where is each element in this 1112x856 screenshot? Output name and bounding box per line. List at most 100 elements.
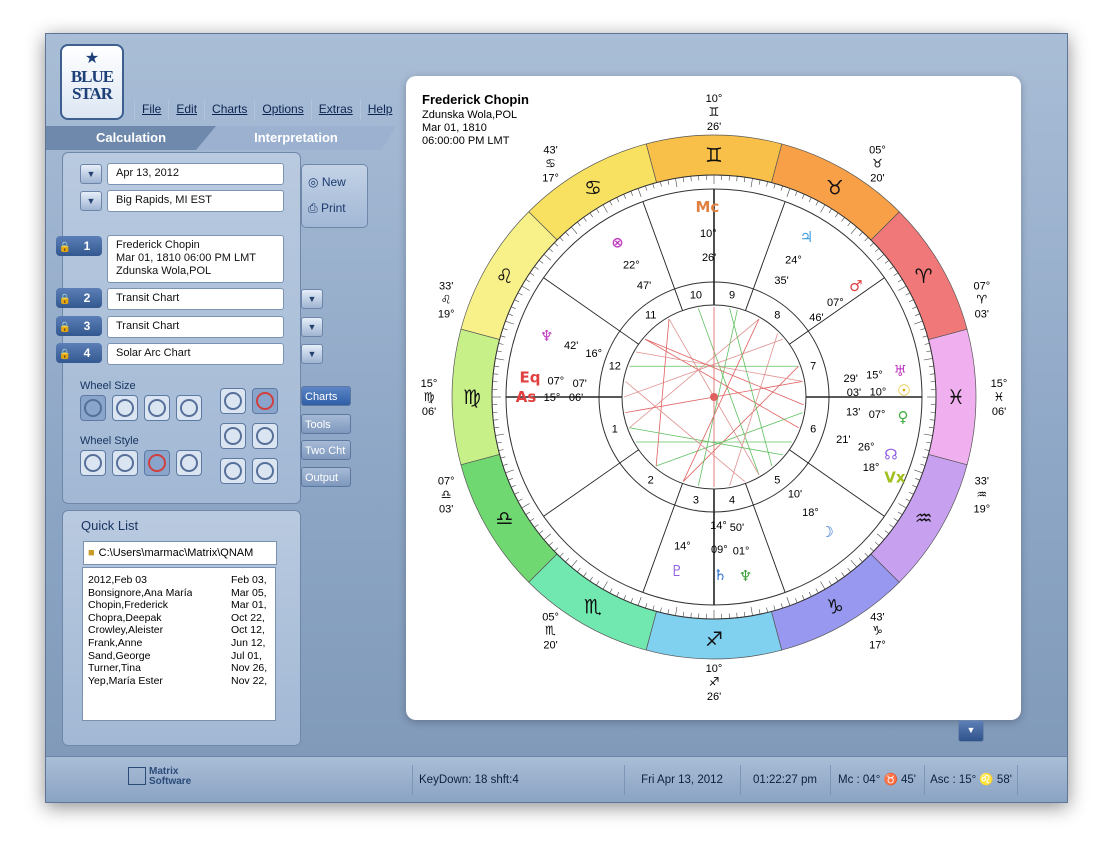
chart3-field[interactable]: Transit Chart [107, 316, 284, 338]
wheel-style-label: Wheel Style [80, 435, 139, 447]
lock-icon: 🔒 [58, 349, 72, 360]
cusp-sign: ♈ [976, 293, 987, 307]
degree-tick [876, 254, 885, 261]
degree-tick [786, 597, 791, 606]
chart4-select-tab[interactable]: 🔒 4 [56, 343, 102, 363]
degree-tick [565, 558, 570, 563]
color-wheel-icon[interactable] [252, 388, 278, 414]
quick-list-path[interactable]: ■ C:\Users\marmac\Matrix\QNAM [83, 541, 277, 565]
wheel-style-3-icon[interactable] [144, 450, 170, 476]
degree-tick [875, 541, 880, 546]
wheel-style-4-icon[interactable] [176, 450, 202, 476]
chart2-field[interactable]: Transit Chart [107, 288, 284, 310]
output-side-button[interactable]: Output [301, 467, 351, 487]
print-button[interactable]: ⎙ Print [308, 201, 346, 216]
planet-degree: 14° [674, 541, 691, 553]
charts-side-button[interactable]: Charts [301, 386, 351, 406]
planet-degree: 07° [548, 375, 565, 387]
zodiac-sign-glyph: ♐ [705, 627, 723, 651]
house-number: 10 [690, 290, 702, 302]
tab-interpretation[interactable]: Interpretation [196, 126, 396, 150]
quick-list-row[interactable]: Crowley,Aleister Oct 12, [88, 624, 273, 636]
two-chart-side-button[interactable]: Two Cht [301, 440, 351, 460]
degree-tick [538, 530, 544, 534]
degree-tick [929, 419, 935, 421]
zodiac-sign-glyph: ♒ [915, 506, 933, 530]
wheel-size-1-icon[interactable] [80, 395, 106, 421]
grid-wheel-icon[interactable] [252, 458, 278, 484]
rotate-wheel-icon[interactable] [220, 388, 246, 414]
quick-list-date: Jun 12, [231, 637, 266, 649]
wheel-size-4-icon[interactable] [176, 395, 202, 421]
degree-tick [893, 518, 899, 522]
chart4-dropdown-button[interactable]: ▼ [301, 344, 323, 364]
quick-list-row[interactable]: Turner,Tina Nov 26, [88, 662, 273, 674]
quick-list-row[interactable]: Sand,George Jul 01, [88, 650, 273, 662]
chart3-dropdown-button[interactable]: ▼ [301, 317, 323, 337]
degree-tick [571, 559, 578, 568]
chart4-field[interactable]: Solar Arc Chart [107, 343, 284, 365]
quick-list-name: Chopra,Deepak [88, 611, 162, 624]
status-date: Fri Apr 13, 2012 [624, 765, 739, 795]
house-number: 1 [612, 423, 618, 435]
zoom-wheel-icon[interactable] [220, 458, 246, 484]
quick-list-row[interactable]: Frank,Anne Jun 12, [88, 637, 273, 649]
chart1-details[interactable]: Frederick Chopin Mar 01, 1810 06:00 PM L… [107, 235, 284, 283]
zodiac-sign-glyph: ♋ [584, 175, 602, 199]
chart1-select-tab[interactable]: 🔒 1 [56, 236, 102, 256]
tools-side-button[interactable]: Tools [301, 414, 351, 434]
quick-list-row[interactable]: 2012,Feb 03 Feb 03, [88, 574, 273, 586]
quick-list-date: Nov 26, [231, 662, 268, 675]
lock-icon: 🔒 [58, 322, 72, 333]
chart2-select-tab[interactable]: 🔒 2 [56, 288, 102, 308]
menu-help[interactable]: Help [359, 100, 400, 120]
scroll-down-button[interactable]: ▼ [958, 720, 984, 742]
planet-glyph: ♇ [670, 562, 683, 580]
degree-tick [841, 572, 845, 577]
degree-tick [589, 212, 593, 218]
blue-star-logo: ★ BLUE STAR [60, 44, 124, 120]
menu-file[interactable]: File [134, 100, 168, 120]
degree-tick [502, 328, 508, 331]
wheel-style-1-icon[interactable] [80, 450, 106, 476]
degree-tick [795, 191, 798, 196]
degree-tick [926, 350, 932, 353]
quick-list-row[interactable]: Yep,María Ester Nov 22, [88, 675, 273, 687]
location-field[interactable]: Big Rapids, MI EST [107, 190, 284, 212]
chart3-select-tab[interactable]: 🔒 3 [56, 316, 102, 336]
degree-tick [534, 266, 539, 270]
status-keys: KeyDown: 18 shft:4 [412, 765, 629, 795]
location-dropdown-button[interactable]: ▼ [80, 191, 102, 211]
cusp-minutes: 20' [870, 173, 884, 185]
quick-list-name: Crowley,Aleister [88, 624, 164, 637]
cusp-degree: 10° [706, 93, 723, 105]
aspect-lines-icon[interactable] [252, 423, 278, 449]
zodiac-sign-glyph: ♑ [826, 595, 844, 619]
date-dropdown-button[interactable]: ▼ [80, 164, 102, 184]
degree-tick [493, 373, 499, 375]
quick-list-row[interactable]: Bonsignore,Ana María Mar 05, [88, 587, 273, 599]
planet-minutes: 13' [846, 407, 860, 419]
degree-tick [521, 503, 530, 509]
wheel-size-3-icon[interactable] [144, 395, 170, 421]
degree-tick [508, 478, 513, 481]
quick-list[interactable]: 2012,Feb 03 Feb 03, Bonsignore,Ana María Ma… [82, 567, 276, 721]
quick-list-row[interactable]: Chopra,Deepak Oct 22, [88, 612, 273, 624]
chart2-dropdown-button[interactable]: ▼ [301, 289, 323, 309]
cusp-sign: ♐ [709, 675, 720, 689]
date-field[interactable]: Apr 13, 2012 [107, 163, 284, 185]
wheel-style-2-icon[interactable] [112, 450, 138, 476]
house-number: 3 [693, 494, 699, 506]
menu-charts[interactable]: Charts [204, 100, 254, 120]
menu-edit[interactable]: Edit [168, 100, 204, 120]
degree-tick [682, 177, 685, 183]
wheel-size-2-icon[interactable] [112, 395, 138, 421]
new-button[interactable]: ◎ New [308, 175, 346, 189]
degree-tick [571, 226, 578, 235]
center-dot-icon[interactable] [220, 423, 246, 449]
menu-options[interactable]: Options [254, 100, 310, 120]
menu-extras[interactable]: Extras [310, 100, 360, 120]
chart-area[interactable]: Frederick Chopin Zdunska Wola,POL Mar 01… [406, 76, 1021, 720]
quick-list-row[interactable]: Chopin,Frederick Mar 01, [88, 599, 273, 611]
tab-calculation[interactable]: Calculation [46, 126, 216, 150]
